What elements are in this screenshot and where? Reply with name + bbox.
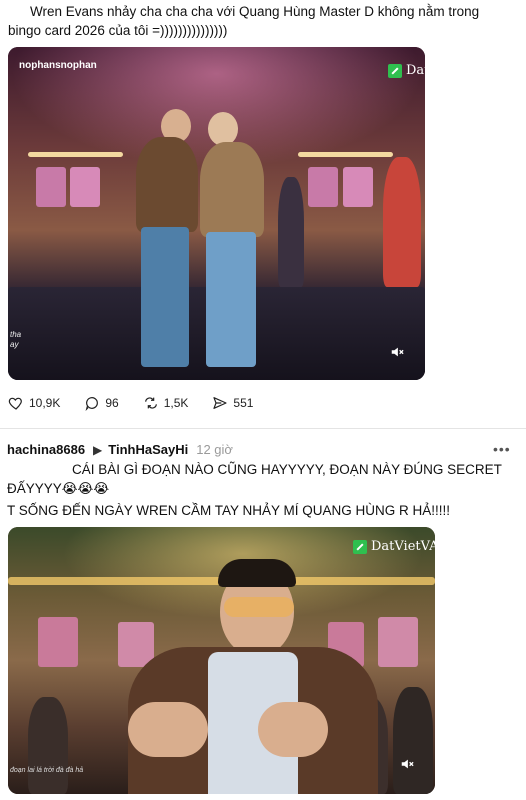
reply-timestamp: 12 giờ — [196, 442, 233, 457]
speaker-muted-icon[interactable] — [388, 343, 406, 361]
video-watermark: nophansnophan — [19, 60, 97, 71]
send-icon — [213, 397, 228, 409]
dancer-right-jacket — [200, 142, 264, 237]
channel-brand: DatVietVAC — [353, 539, 435, 554]
background-dancer — [383, 157, 421, 287]
post-actions: 10,9K 96 1,5K 551 — [8, 395, 277, 411]
comment-bubble-icon — [85, 397, 99, 411]
stage-panel — [38, 617, 78, 667]
dancer-right-jeans — [206, 232, 256, 367]
post-video[interactable]: nophansnophan Dat tha ay — [8, 47, 425, 380]
repost-icon — [144, 397, 157, 409]
like-count: 10,9K — [29, 396, 61, 410]
reply-video[interactable]: DatVietVAC đoạn lai lá trời đà đà hả — [8, 527, 435, 794]
stage-panel — [378, 617, 418, 667]
post-text-line-1: Wren Evans nhảy cha cha cha với Quang Hù… — [30, 4, 480, 19]
performer-sunglasses — [224, 597, 294, 617]
share-count: 551 — [233, 396, 254, 410]
brand-label: DatVietVAC — [371, 539, 435, 554]
divider — [0, 428, 526, 429]
stage-panel — [343, 167, 373, 207]
channel-brand: Dat — [388, 63, 425, 78]
comment-count: 96 — [105, 396, 119, 410]
speaker-muted-icon[interactable] — [398, 755, 416, 773]
side-caption-line: tha — [10, 330, 22, 339]
reply-header: hachina8686 ▶ TinhHaSayHi 12 giờ — [7, 442, 233, 457]
background-dancer — [278, 177, 304, 287]
brand-leaf-icon — [353, 539, 367, 554]
stage-panel — [36, 167, 66, 207]
side-caption-line: ay — [10, 340, 19, 349]
dancer-head — [208, 112, 238, 146]
brand-label: Dat — [406, 63, 425, 78]
stage-light-strip — [28, 152, 123, 157]
brand-leaf-icon — [388, 63, 402, 78]
comment-button[interactable]: 96 — [84, 395, 119, 411]
more-options-icon[interactable]: ••• — [493, 441, 511, 457]
performer-hand — [258, 702, 328, 757]
repost-count: 1,5K — [163, 396, 189, 410]
heart-icon — [8, 397, 22, 410]
reply-username[interactable]: hachina8686 — [7, 442, 85, 457]
repost-button[interactable]: 1,5K — [143, 395, 189, 411]
reply-text-line-3: T SỐNG ĐẾN NGÀY WREN CẦM TAY NHẢY MÍ QUA… — [7, 503, 451, 518]
like-button[interactable]: 10,9K — [8, 395, 60, 411]
reply-to-username[interactable]: TinhHaSayHi — [108, 442, 188, 457]
reply-text-line-1: CÁI BÀI GÌ ĐOẠN NÀO CŨNG HAYYYYY, ĐOẠN N… — [72, 462, 502, 477]
audience-member — [393, 687, 433, 794]
share-button[interactable]: 551 — [212, 395, 253, 411]
audience-member — [28, 697, 68, 794]
reply-text-line-2: ĐẤYYYY😭😭😭 — [7, 481, 110, 496]
reply-text: CÁI BÀI GÌ ĐOẠN NÀO CŨNG HAYYYYY, ĐOẠN N… — [7, 460, 517, 520]
reply-arrow-icon: ▶ — [93, 442, 103, 457]
stage-panel — [70, 167, 100, 207]
performer-hair — [218, 559, 296, 587]
stage-panel — [308, 167, 338, 207]
post-text: Wren Evans nhảy cha cha cha với Quang Hù… — [8, 2, 518, 40]
post-text-line-2: bingo card 2026 của tôi =))))))))))))))) — [8, 23, 228, 38]
dancer-left-jeans — [141, 227, 189, 367]
video-subtitle: đoạn lai lá trời đà đà hả — [10, 767, 84, 774]
dancer-left-jacket — [136, 137, 198, 232]
stage-light-strip — [298, 152, 393, 157]
side-caption: tha ay — [10, 330, 21, 350]
performer-hand — [128, 702, 208, 757]
